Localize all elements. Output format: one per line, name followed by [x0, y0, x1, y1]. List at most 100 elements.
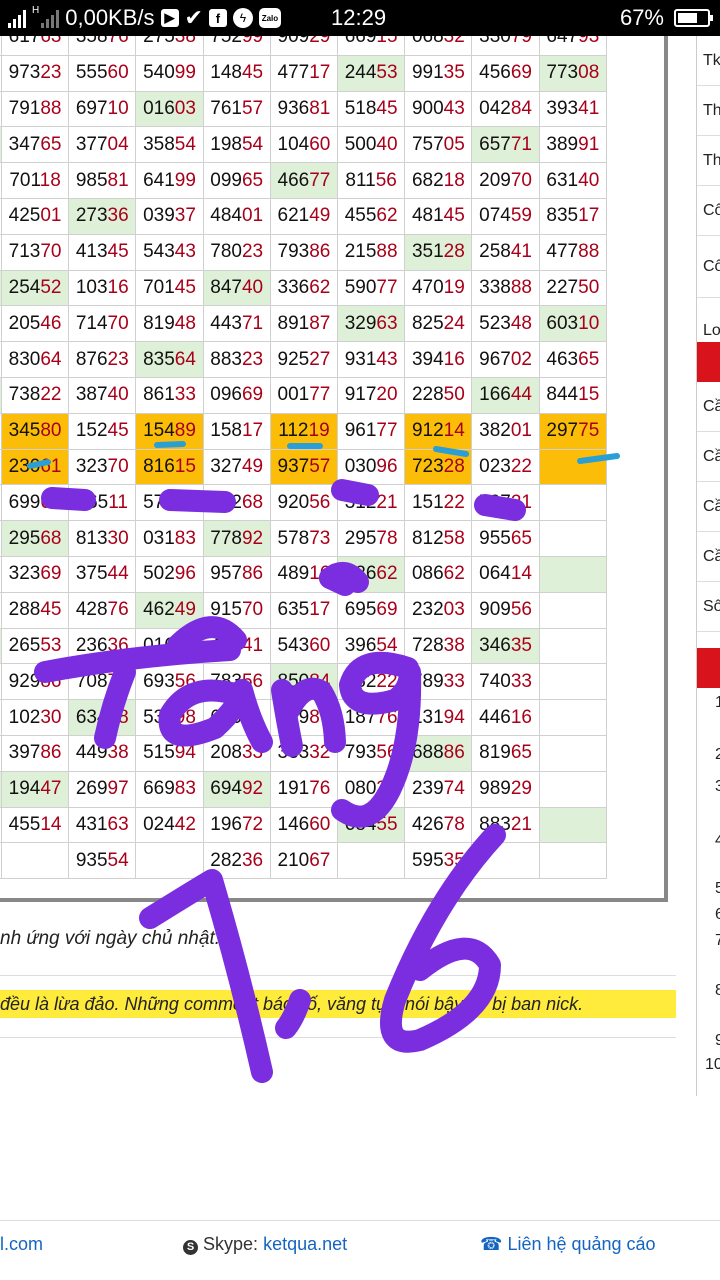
number-head: 682 [411, 169, 444, 191]
result-cell: 29568 [0, 520, 70, 557]
result-cell: 71470 [68, 305, 137, 343]
result-cell [135, 842, 204, 880]
number-head: 825 [411, 312, 444, 334]
number-tail: 45 [174, 276, 196, 298]
number-tail: 60 [309, 634, 331, 656]
result-cell: 72328 [404, 448, 473, 486]
sidebar-item[interactable]: Th [697, 86, 720, 136]
result-cell: 81948 [135, 305, 204, 343]
number-tail: 83 [174, 778, 196, 800]
result-cell: 20546 [0, 305, 70, 343]
sidebar-item[interactable]: Th [697, 136, 720, 186]
result-number: 90929 [278, 36, 331, 47]
number-head: 065 [76, 491, 109, 513]
number-tail: 50 [443, 384, 465, 406]
sidebar-item[interactable]: Cầ [697, 532, 720, 582]
number-tail: 99 [174, 169, 196, 191]
footer-domain-link[interactable]: l.com [0, 1234, 43, 1255]
number-head: 358 [75, 36, 108, 48]
number-tail: 15 [174, 455, 196, 477]
number-head: 239 [411, 778, 444, 800]
result-cell: 93681 [269, 90, 339, 128]
results-table-container[interactable]: 6617633587627538752999092966915068323307… [0, 36, 668, 902]
number-head: 377 [75, 133, 108, 155]
number-head: 738 [8, 384, 41, 406]
result-cell: 23636 [68, 627, 137, 665]
sidebar-item[interactable]: Cầ [697, 482, 720, 532]
number-head: 955 [479, 527, 511, 549]
number-tail: 36 [107, 634, 129, 656]
number-head: 297 [546, 420, 579, 442]
number-tail: 22 [510, 455, 532, 477]
number-head: 936 [277, 97, 310, 119]
table-row: 3397864493851594208333333279356688868196… [0, 734, 608, 772]
sidebar-item[interactable]: Tk [697, 36, 720, 86]
table-row: 0455144316302442196721466068455426788832… [0, 806, 608, 844]
result-number: 53098 [143, 707, 196, 728]
number-tail: 59 [510, 205, 532, 227]
sidebar-item[interactable]: Cô VI [697, 236, 720, 298]
result-cell [538, 770, 608, 808]
number-tail: 44 [510, 384, 532, 406]
result-number: 68886 [412, 742, 465, 763]
number-tail: 56 [241, 670, 264, 692]
result-cell: 10316 [68, 269, 137, 307]
result-cell: 15245 [68, 412, 137, 450]
sidebar-item[interactable]: Cô [697, 186, 720, 236]
result-number: 81330 [76, 528, 129, 549]
number-head: 876 [75, 348, 108, 370]
result-number: 64793 [546, 36, 599, 47]
result-number: 16644 [479, 384, 532, 405]
number-head: 861 [143, 384, 175, 406]
result-number: 23974 [412, 778, 465, 799]
sidebar-item[interactable]: Cầ [697, 382, 720, 432]
number-head: 973 [8, 62, 41, 84]
number-head: 227 [546, 276, 579, 298]
number-head: 152 [75, 420, 108, 442]
number-tail: 40 [376, 133, 398, 155]
number-head: 258 [479, 241, 511, 263]
number-tail: 77 [309, 384, 331, 406]
number-tail: 97 [107, 778, 129, 800]
table-row: 4265532363601683438415436039654728383463… [0, 627, 608, 665]
result-number: 64199 [143, 170, 196, 191]
result-cell: 29578 [337, 520, 406, 557]
sidebar-item[interactable]: Cầ [697, 432, 720, 482]
result-cell: 61763 [0, 36, 70, 56]
number-tail: 22 [443, 491, 465, 513]
skype-link[interactable]: ketqua.net [263, 1234, 347, 1254]
result-number: 63517 [278, 599, 331, 620]
result-cell: 29775 [538, 412, 608, 450]
number-tail: 14 [510, 563, 532, 585]
number-tail: 04 [107, 133, 129, 155]
number-head: 086 [411, 563, 444, 585]
ads-contact-link[interactable]: ☎ Liên hệ quảng cáo [480, 1234, 656, 1255]
number-head: 236 [75, 634, 108, 656]
number-tail: 69 [376, 599, 398, 621]
result-cell: 54099 [135, 54, 204, 92]
result-cell: 57873 [269, 520, 339, 557]
number-head: 254 [8, 276, 41, 298]
result-cell: 45514 [0, 806, 70, 844]
result-cell [538, 734, 608, 772]
number-head: 967 [479, 348, 511, 370]
result-cell: 92527 [269, 341, 339, 378]
result-number: 23203 [412, 599, 465, 620]
number-head: 935 [75, 849, 108, 871]
number-tail: 92 [241, 527, 264, 549]
number-tail: 70 [107, 312, 129, 334]
number-head: 590 [344, 276, 377, 298]
result-number: 83517 [546, 205, 599, 226]
number-head: 438 [210, 634, 242, 656]
result-cell: 95565 [471, 520, 540, 557]
result-number: 02322 [479, 456, 532, 477]
table-row: 7701189858164199099654667781156682182097… [0, 162, 608, 199]
number-tail: 81 [107, 169, 129, 191]
number-head: 477 [546, 241, 579, 263]
number-head: 791 [8, 97, 41, 119]
sidebar-item[interactable]: Sô [697, 582, 720, 632]
result-number: 48401 [210, 205, 263, 226]
number-head: 428 [75, 599, 108, 621]
number-tail: 29 [510, 778, 532, 800]
result-number: 38740 [76, 384, 129, 405]
